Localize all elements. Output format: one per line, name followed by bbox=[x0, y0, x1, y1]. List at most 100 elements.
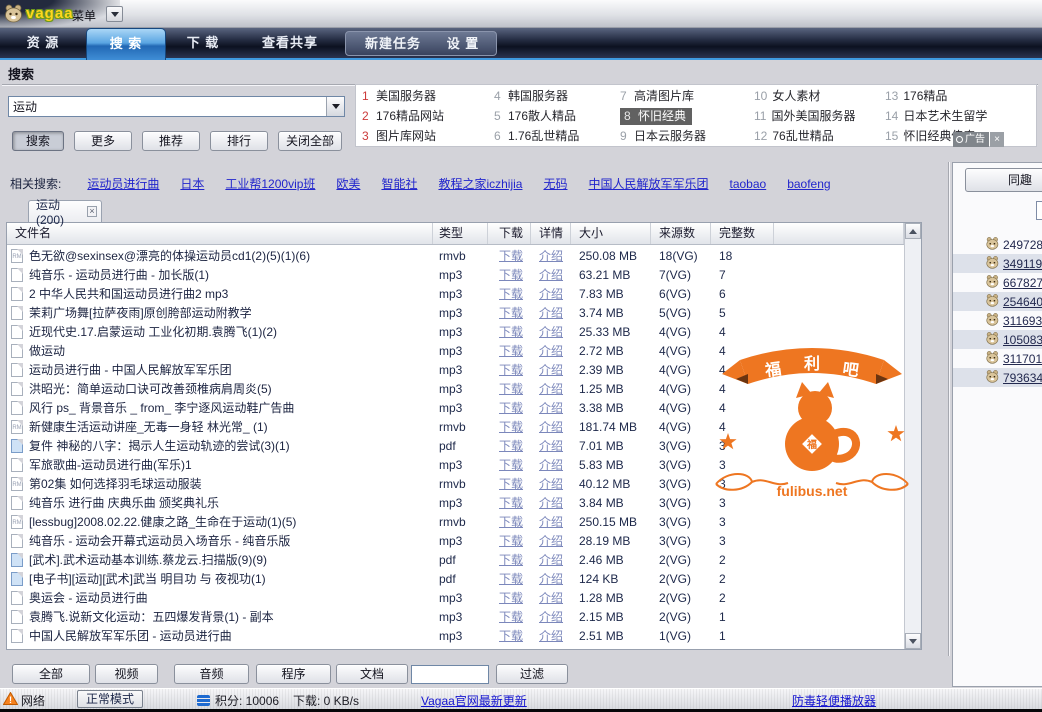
ad-item-12[interactable]: 1276乱世精品 bbox=[754, 126, 885, 146]
buddy-id[interactable]: 249728 bbox=[1003, 238, 1042, 252]
detail-link[interactable]: 介绍 bbox=[539, 553, 563, 567]
official-update-link[interactable]: Vagaa官网最新更新 bbox=[421, 692, 527, 709]
ad-item-4[interactable]: 4韩国服务器 bbox=[494, 86, 620, 106]
column-header-2[interactable]: 类型 bbox=[433, 223, 488, 244]
ad-item-1[interactable]: 1美国服务器 bbox=[362, 86, 494, 106]
table-row[interactable]: RM[lessbug]2008.02.22.健康之路_生命在于运动(1)(5)r… bbox=[7, 512, 904, 531]
table-row[interactable]: 茉莉广场舞[拉萨夜雨]原创胯部运动附教学mp3下载介绍3.74 MB5(VG)5 bbox=[7, 303, 904, 322]
settings-button[interactable]: 设 置 bbox=[434, 32, 492, 55]
column-header-6[interactable]: 来源数 bbox=[651, 223, 711, 244]
download-link[interactable]: 下载 bbox=[499, 287, 523, 301]
filter-all-button[interactable]: 全部 bbox=[12, 664, 90, 684]
recommend-button[interactable]: 推荐 bbox=[142, 131, 200, 151]
detail-link[interactable]: 介绍 bbox=[539, 401, 563, 415]
menu-label[interactable]: 菜单 bbox=[72, 7, 96, 24]
ad-close-icon[interactable]: × bbox=[990, 132, 1004, 147]
detail-link[interactable]: 介绍 bbox=[539, 591, 563, 605]
download-link[interactable]: 下载 bbox=[499, 629, 523, 643]
ad-item-14[interactable]: 14日本艺术生留学 bbox=[885, 106, 1036, 126]
ad-item-5[interactable]: 5176散人精品 bbox=[494, 106, 620, 126]
download-link[interactable]: 下载 bbox=[499, 477, 523, 491]
filter-document-button[interactable]: 文档 bbox=[336, 664, 408, 684]
rank-button[interactable]: 排行 bbox=[210, 131, 268, 151]
player-link[interactable]: 防毒轻便播放器 bbox=[792, 692, 876, 709]
download-link[interactable]: 下载 bbox=[499, 325, 523, 339]
ad-item-10[interactable]: 10女人素材 bbox=[754, 86, 885, 106]
menu-dropdown-icon[interactable] bbox=[106, 6, 123, 22]
table-row[interactable]: 纯音乐 - 运动会开幕式运动员入场音乐 - 纯音乐版mp3下载介绍28.19 M… bbox=[7, 531, 904, 550]
buddy-id[interactable]: 349119 bbox=[1003, 257, 1042, 271]
more-button[interactable]: 更多 bbox=[74, 131, 132, 151]
detail-link[interactable]: 介绍 bbox=[539, 629, 563, 643]
menu-tab-view-share[interactable]: 查看共享 bbox=[248, 28, 332, 58]
related-link-5[interactable]: 智能社 bbox=[381, 175, 417, 192]
close-all-button[interactable]: 关闭全部 bbox=[278, 131, 342, 151]
detail-link[interactable]: 介绍 bbox=[539, 382, 563, 396]
same-interest-button[interactable]: 同趣 bbox=[965, 168, 1042, 192]
table-row[interactable]: 风行 ps_ 背景音乐 _ from_ 李宁逐风运动鞋广告曲mp3下载介绍3.3… bbox=[7, 398, 904, 417]
detail-link[interactable]: 介绍 bbox=[539, 344, 563, 358]
detail-link[interactable]: 介绍 bbox=[539, 477, 563, 491]
detail-link[interactable]: 介绍 bbox=[539, 268, 563, 282]
search-input[interactable] bbox=[9, 97, 326, 116]
detail-link[interactable]: 介绍 bbox=[539, 496, 563, 510]
download-link[interactable]: 下载 bbox=[499, 458, 523, 472]
detail-link[interactable]: 介绍 bbox=[539, 534, 563, 548]
filter-program-button[interactable]: 程序 bbox=[256, 664, 331, 684]
detail-link[interactable]: 介绍 bbox=[539, 610, 563, 624]
table-row[interactable]: 运动员进行曲 - 中国人民解放军军乐团mp3下载介绍2.39 MB4(VG)4 bbox=[7, 360, 904, 379]
download-link[interactable]: 下载 bbox=[499, 249, 523, 263]
download-link[interactable]: 下载 bbox=[499, 268, 523, 282]
related-link-9[interactable]: taobao bbox=[730, 177, 767, 191]
combo-dropdown-icon[interactable] bbox=[326, 97, 344, 116]
detail-link[interactable]: 介绍 bbox=[539, 515, 563, 529]
ad-item-2[interactable]: 2176精品网站 bbox=[362, 106, 494, 126]
buddy-id[interactable]: 667827 bbox=[1003, 276, 1042, 290]
related-link-8[interactable]: 中国人民解放军军乐团 bbox=[588, 175, 708, 192]
vertical-scrollbar[interactable] bbox=[904, 223, 921, 649]
buddy-row[interactable]: 105083 bbox=[953, 330, 1042, 349]
download-link[interactable]: 下载 bbox=[499, 534, 523, 548]
buddy-panel-control[interactable] bbox=[1036, 201, 1042, 220]
column-header-3[interactable]: 下载 bbox=[488, 223, 531, 244]
download-link[interactable]: 下载 bbox=[499, 439, 523, 453]
download-link[interactable]: 下载 bbox=[499, 420, 523, 434]
table-row[interactable]: 奥运会 - 运动员进行曲mp3下载介绍1.28 MB2(VG)2 bbox=[7, 588, 904, 607]
related-link-7[interactable]: 无码 bbox=[543, 175, 567, 192]
buddy-id[interactable]: 311693 bbox=[1003, 314, 1042, 328]
download-link[interactable]: 下载 bbox=[499, 401, 523, 415]
table-row[interactable]: [武术].武术运动基本训练.蔡龙云.扫描版(9)(9)pdf下载介绍2.46 M… bbox=[7, 550, 904, 569]
detail-link[interactable]: 介绍 bbox=[539, 306, 563, 320]
buddy-row[interactable]: 254640 bbox=[953, 292, 1042, 311]
table-row[interactable]: [电子书][运动][武术]武当 明目功 与 夜视功(1)pdf下载介绍124 K… bbox=[7, 569, 904, 588]
table-row[interactable]: RM色无欲@sexinsex@漂亮的体操运动员cd1(2)(5)(1)(6)rm… bbox=[7, 246, 904, 265]
detail-link[interactable]: 介绍 bbox=[539, 249, 563, 263]
column-header-4[interactable]: 详情 bbox=[531, 223, 571, 244]
ad-item-8[interactable]: 8怀旧经典 bbox=[620, 106, 754, 126]
detail-link[interactable]: 介绍 bbox=[539, 439, 563, 453]
download-link[interactable]: 下载 bbox=[499, 363, 523, 377]
table-row[interactable]: RM第02集 如何选择羽毛球运动服装rmvb下载介绍40.12 MB3(VG)3 bbox=[7, 474, 904, 493]
download-link[interactable]: 下载 bbox=[499, 591, 523, 605]
table-row[interactable]: 纯音乐 - 运动员进行曲 - 加长版(1)mp3下载介绍63.21 MB7(VG… bbox=[7, 265, 904, 284]
table-row[interactable]: 纯音乐 进行曲 庆典乐曲 颁奖典礼乐mp3下载介绍3.84 MB3(VG)3 bbox=[7, 493, 904, 512]
related-link-6[interactable]: 教程之家iczhijia bbox=[438, 175, 522, 192]
buddy-row[interactable]: 667827 bbox=[953, 273, 1042, 292]
scroll-up-icon[interactable] bbox=[905, 223, 921, 239]
buddy-row[interactable]: 793634 bbox=[953, 368, 1042, 387]
detail-link[interactable]: 介绍 bbox=[539, 325, 563, 339]
related-link-10[interactable]: baofeng bbox=[787, 177, 830, 191]
menu-tab-resources[interactable]: 资 源 bbox=[8, 28, 78, 58]
related-link-3[interactable]: 工业帮1200vip班 bbox=[225, 175, 315, 192]
related-link-1[interactable]: 运动员进行曲 bbox=[87, 175, 159, 192]
related-link-2[interactable]: 日本 bbox=[180, 175, 204, 192]
detail-link[interactable]: 介绍 bbox=[539, 420, 563, 434]
buddy-id[interactable]: 793634 bbox=[1003, 371, 1042, 385]
detail-link[interactable]: 介绍 bbox=[539, 363, 563, 377]
table-row[interactable]: 复件 神秘的八字：揭示人生运动轨迹的尝试(3)(1)pdf下载介绍7.01 MB… bbox=[7, 436, 904, 455]
column-header-5[interactable]: 大小 bbox=[571, 223, 651, 244]
result-tab[interactable]: 运动(200) × bbox=[28, 200, 102, 222]
download-link[interactable]: 下载 bbox=[499, 553, 523, 567]
ad-item-3[interactable]: 3图片库网站 bbox=[362, 126, 494, 146]
table-row[interactable]: 2 中华人民共和国运动员进行曲2 mp3mp3下载介绍7.83 MB6(VG)6 bbox=[7, 284, 904, 303]
